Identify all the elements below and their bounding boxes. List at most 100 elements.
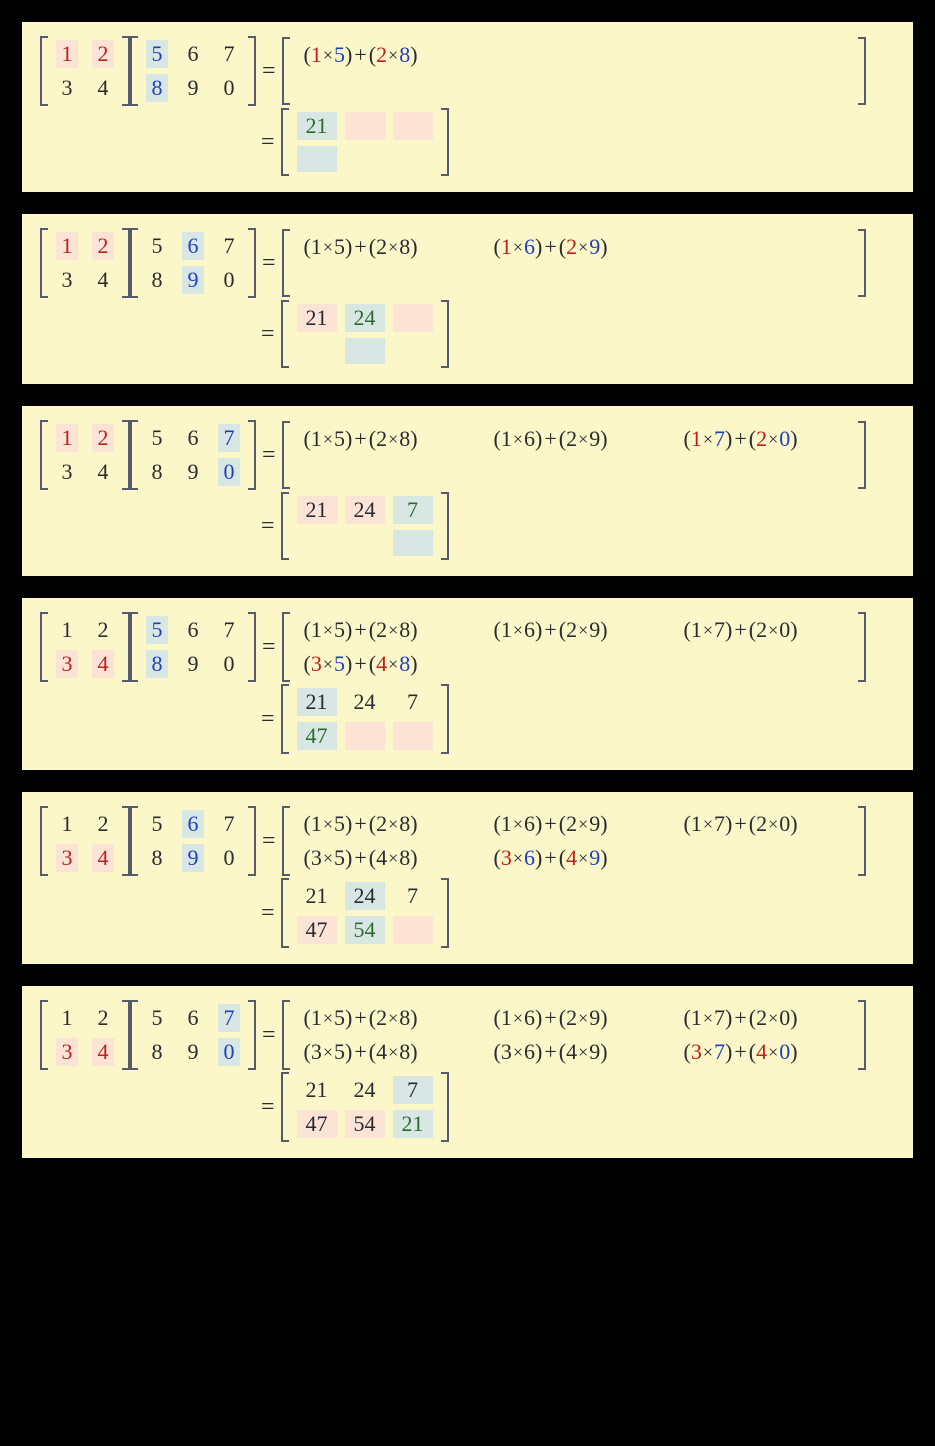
expansion-cell [680,459,848,485]
matrix-a-cell: 2 [92,40,114,68]
matrix-a-cell: 4 [92,650,114,678]
equals-sign: = [262,634,276,661]
bracket-left [40,1000,48,1070]
result-cell: 54 [345,1110,385,1138]
expansion-cell [680,75,848,101]
expansion-cell: (3×5)+(4×8) [300,844,468,872]
expansion-cell [490,267,658,293]
expansion-cell: (1×5)+(2×8) [300,1004,468,1032]
bracket-left [130,612,138,682]
bracket-left [282,229,290,297]
matrix-b-cell: 5 [146,616,168,644]
bracket-left [40,228,48,298]
matrix-a-cell: 2 [92,616,114,644]
result-cell: 47 [297,1110,337,1138]
result-cell: 47 [297,916,337,944]
matrix-b-cell: 6 [182,616,204,644]
equals-sign: = [261,513,275,540]
bracket-right [858,806,866,876]
equals-sign: = [261,321,275,348]
matrix-b-cell: 0 [218,1038,240,1066]
matrix-a-cell: 3 [56,650,78,678]
result-cell: 7 [393,1076,433,1104]
bracket-left [40,612,48,682]
bracket-left [281,492,289,560]
result-cell: 7 [393,688,433,716]
expansion-cell: (1×7)+(2×0) [680,810,848,838]
bracket-right [122,806,130,876]
expansion-cell [680,844,848,872]
bracket-left [40,806,48,876]
equals-sign: = [262,250,276,277]
bracket-right [248,36,256,106]
matrix-a-cell: 1 [56,810,78,838]
matrix-b-cell: 6 [182,40,204,68]
expansion-cell: (1×7)+(2×0) [680,616,848,644]
bracket-right [248,228,256,298]
result-cell: 54 [345,916,385,944]
matrix-b-cell: 9 [182,266,204,294]
bracket-right [441,492,449,560]
bracket-right [441,878,449,948]
matrix-a: 1234 [50,1000,120,1070]
bracket-left [281,300,289,368]
matrix-a-cell: 2 [92,424,114,452]
bracket-left [130,806,138,876]
matrix-a-cell: 1 [56,424,78,452]
matrix-b-cell: 5 [146,40,168,68]
matrix-a-cell: 3 [56,1038,78,1066]
matrix-b: 567890 [140,36,246,106]
result-matrix: 2124 [291,300,439,368]
bracket-left [282,612,290,682]
expansion-cell: (1×5)+(2×8) [300,425,468,453]
result-cell: 24 [345,882,385,910]
step-panel: 1234567890=(1×5)+(2×8)(1×6)+(2×9)(1×7)+(… [22,406,913,576]
result-matrix: 21 [291,108,439,176]
expansion-cell: (3×5)+(4×8) [300,650,468,678]
matrix-b-cell: 7 [218,232,240,260]
bracket-left [130,420,138,490]
expansion-matrix: (1×5)+(2×8)(1×6)+(2×9) [292,229,856,297]
bracket-right [122,36,130,106]
expansion-cell: (1×6)+(2×9) [490,810,658,838]
matrix-multiplication-steps: 1234567890=(1×5)+(2×8)=211234567890=(1×5… [0,22,935,1158]
expansion-cell: (3×6)+(4×9) [490,1038,658,1066]
result-cell: 7 [393,882,433,910]
matrix-b: 567890 [140,228,246,298]
step-panel: 1234567890=(1×5)+(2×8)(1×6)+(2×9)=2124 [22,214,913,384]
equals-sign: = [261,900,275,927]
step-panel: 1234567890=(1×5)+(2×8)(1×6)+(2×9)(1×7)+(… [22,986,913,1158]
matrix-b: 567890 [140,612,246,682]
result-cell: 21 [297,882,337,910]
step-panel: 1234567890=(1×5)+(2×8)(1×6)+(2×9)(1×7)+(… [22,598,913,770]
expansion-cell: (1×6)+(2×9) [490,425,658,453]
result-cell [297,146,337,172]
result-line: = 21 24 7 47 54 [40,878,895,948]
expansion-matrix: (1×5)+(2×8)(1×6)+(2×9)(1×7)+(2×0)(3×5)+(… [292,806,856,876]
expansion-matrix: (1×5)+(2×8)(1×6)+(2×9)(1×7)+(2×0)(3×5)+(… [292,612,856,682]
expansion-cell: (1×5)+(2×8) [300,616,468,644]
matrix-b: 567890 [140,420,246,490]
expansion-cell: (3×5)+(4×8) [300,1038,468,1066]
equals-sign: = [262,442,276,469]
bracket-right [248,806,256,876]
result-cell: 21 [393,1110,433,1138]
bracket-right [858,612,866,682]
expansion-cell: (3×6)+(4×9) [490,844,658,872]
bracket-right [858,229,866,297]
result-cell [345,112,385,140]
expansion-cell [300,75,468,101]
matrix-a: 1234 [50,806,120,876]
bracket-right [122,1000,130,1070]
result-line: =21 [40,108,895,176]
expansion-cell [680,267,848,293]
equation-line: 1234567890=(1×5)+(2×8)(1×6)+(2×9)(1×7)+(… [40,612,895,682]
result-cell: 24 [345,304,385,332]
result-cell [393,112,433,140]
expansion-cell: (1×5)+(2×8) [300,233,468,261]
result-cell: 7 [393,496,433,524]
matrix-a-cell: 3 [56,458,78,486]
matrix-a: 1234 [50,420,120,490]
bracket-left [282,1000,290,1070]
matrix-b-cell: 8 [146,458,168,486]
